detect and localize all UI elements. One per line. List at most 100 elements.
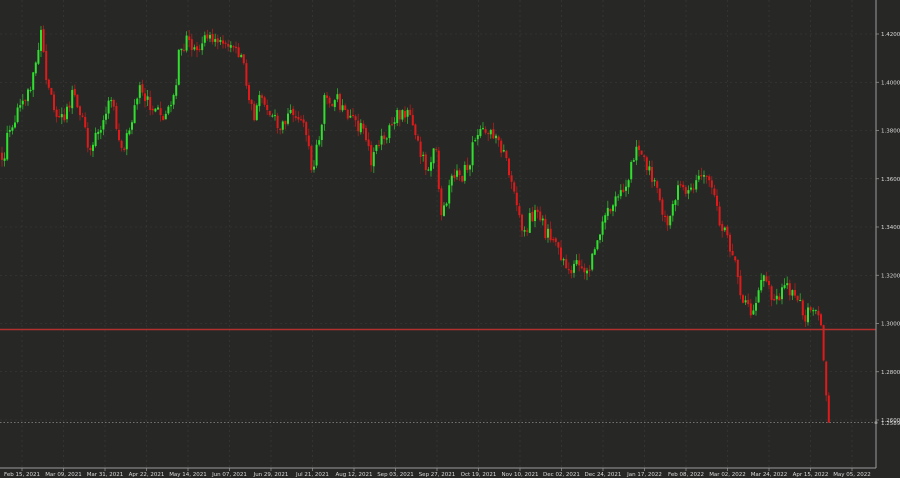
candle-body — [300, 119, 302, 121]
candle-body — [560, 247, 562, 261]
candle-body — [617, 196, 620, 198]
candle-body — [94, 132, 97, 147]
candle-body — [752, 310, 755, 315]
candle-body — [565, 259, 568, 269]
candle-body — [671, 204, 674, 216]
candle-body — [19, 105, 22, 108]
candle-body — [432, 148, 435, 164]
candle-body — [398, 110, 401, 120]
candle-body — [770, 286, 773, 300]
candle-body — [24, 99, 27, 101]
candle-body — [679, 184, 682, 186]
candle-body — [476, 135, 479, 140]
candle-body — [175, 85, 178, 96]
candle-body — [479, 129, 482, 137]
candle-body — [333, 100, 336, 108]
candle-body — [653, 180, 656, 182]
candle-body — [302, 119, 305, 123]
candle-body — [510, 175, 513, 182]
candle-body — [118, 129, 120, 141]
candle-body — [222, 40, 224, 44]
candle-body — [697, 175, 700, 180]
candle-body — [458, 170, 461, 176]
candle-body — [128, 130, 131, 135]
candle-body — [151, 108, 154, 111]
x-tick-label: Sep 03, 2021 — [377, 472, 414, 478]
candle-body — [237, 47, 240, 58]
candle-body — [323, 95, 326, 124]
candle-body — [294, 116, 297, 118]
candle-body — [422, 154, 425, 157]
y-tick-label: 1.2800 — [881, 370, 900, 376]
candle-body — [471, 142, 474, 166]
candle-body — [224, 42, 227, 44]
candle-body — [157, 107, 159, 110]
candle-body — [281, 121, 284, 130]
candle-body — [196, 46, 198, 51]
x-tick-label: Mar 09, 2021 — [45, 472, 82, 478]
candle-body — [58, 116, 61, 118]
candle-body — [313, 166, 315, 170]
candle-body — [567, 269, 570, 271]
candle-body — [492, 129, 495, 139]
candle-body — [643, 155, 646, 158]
candle-body — [53, 94, 55, 110]
candle-body — [229, 45, 232, 48]
candle-body — [339, 93, 341, 110]
candle-body — [214, 39, 217, 42]
candle-body — [573, 263, 575, 273]
candle-body — [513, 182, 516, 192]
x-tick-label: Jan 17, 2022 — [626, 472, 662, 478]
candle-body — [632, 160, 635, 162]
candle-body — [417, 136, 419, 141]
candle-body — [307, 135, 310, 147]
candle-body — [583, 267, 586, 273]
candle-body — [367, 139, 370, 147]
candle-body — [14, 122, 16, 128]
candle-body — [393, 122, 396, 124]
candle-body — [170, 105, 172, 107]
candle-body — [453, 175, 456, 178]
candle-body — [539, 211, 542, 221]
candles — [1, 25, 830, 423]
candle-body — [791, 290, 794, 296]
candle-body — [827, 395, 830, 423]
candle-body — [219, 40, 222, 42]
candle-body — [60, 114, 63, 118]
x-tick-label: Jun 29, 2021 — [253, 472, 289, 478]
candle-body — [21, 100, 24, 105]
candle-body — [437, 150, 440, 190]
candle-body — [554, 238, 557, 242]
candle-body — [487, 133, 490, 135]
x-tick-label: Jun 07, 2021 — [211, 472, 247, 478]
candle-body — [167, 106, 170, 114]
candle-body — [474, 140, 477, 142]
candle-body — [164, 113, 167, 120]
candle-body — [801, 300, 804, 316]
candle-body — [762, 275, 765, 282]
candle-body — [32, 72, 35, 90]
candle-body — [8, 130, 11, 132]
candle-body — [84, 116, 87, 128]
candle-body — [731, 251, 734, 256]
candle-body — [404, 111, 406, 118]
axes: 1.4200 1.4000 1.3800 1.3600 1.3400 1.3200 1.30… — [0, 0, 900, 478]
candle-body — [604, 215, 607, 223]
candle-body — [788, 283, 791, 296]
candle-body — [552, 239, 555, 241]
candle-body — [794, 290, 796, 296]
candle-body — [136, 98, 139, 105]
x-tick-label: Sep 27, 2021 — [419, 472, 456, 478]
candle-body — [266, 105, 269, 110]
candle-body — [526, 230, 529, 232]
candle-body — [768, 280, 770, 286]
candle-body — [440, 188, 443, 216]
candle-body — [664, 215, 666, 217]
x-tick-label: Dec 24, 2021 — [585, 472, 622, 478]
candle-body — [521, 214, 523, 231]
candle-body — [162, 116, 165, 121]
candle-body — [435, 149, 438, 151]
candle-body — [822, 325, 825, 361]
candle-body — [138, 85, 141, 98]
candle-body — [411, 115, 414, 126]
